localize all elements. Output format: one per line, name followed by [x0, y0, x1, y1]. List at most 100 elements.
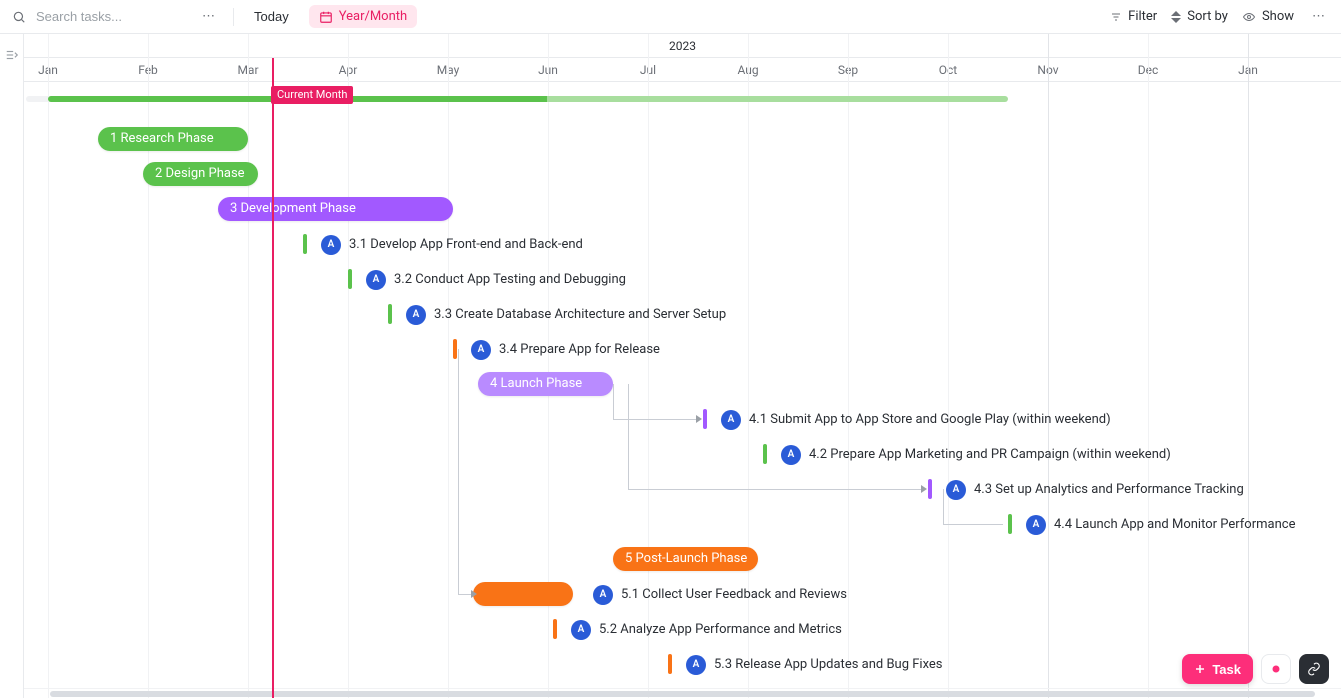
task-label-text: 3.4 Prepare App for Release: [499, 342, 660, 357]
view-mode-chip[interactable]: Year/Month: [309, 5, 418, 28]
task-label[interactable]: A5.2 Analyze App Performance and Metrics: [571, 612, 842, 647]
task-label[interactable]: A 4.3 Set up Analytics and Performance Tr…: [946, 472, 1244, 507]
today-button[interactable]: Today: [248, 5, 295, 28]
task-label-text: 4.1 Submit App to App Store and Google P…: [749, 412, 1111, 427]
avatar[interactable]: A: [321, 235, 341, 255]
show-button[interactable]: Show: [1242, 9, 1294, 24]
timeline-canvas[interactable]: Current Month 1 Research Phase 2 Design Ph…: [24, 82, 1341, 698]
connector-line: [628, 384, 629, 489]
calendar-icon: [319, 10, 333, 24]
task-label-text: 4.3 Set up Analytics and Performance Tra…: [974, 482, 1244, 497]
link-button[interactable]: [1299, 654, 1329, 684]
task-label-text: 3.1 Develop App Front-end and Back-end: [349, 237, 583, 252]
current-month-line: [272, 58, 274, 698]
avatar[interactable]: A: [406, 305, 426, 325]
months-row: JanFebMarAprMayJunJulAugSepOctNovDecJan: [24, 58, 1341, 82]
task-label-text: 3.2 Conduct App Testing and Debugging: [394, 272, 626, 287]
record-button[interactable]: [1261, 654, 1291, 684]
task-tick[interactable]: [703, 409, 707, 429]
task-row: 5 Post-Launch Phase: [24, 542, 1341, 577]
topbar: ⋯ Today Year/Month Filter Sort by Show ⋯: [0, 0, 1341, 34]
avatar[interactable]: A: [946, 480, 966, 500]
avatar[interactable]: A: [721, 410, 741, 430]
avatar[interactable]: A: [571, 620, 591, 640]
show-label: Show: [1262, 9, 1294, 24]
task-row: A4.2 Prepare App Marketing and PR Campai…: [24, 437, 1341, 472]
task-tick[interactable]: [453, 339, 457, 359]
task-row: A 5.1 Collect User Feedback and Reviews: [24, 577, 1341, 612]
search-input[interactable]: [34, 8, 184, 25]
task-label[interactable]: A 4.4 Launch App and Monitor Performance: [1026, 507, 1295, 542]
task-label[interactable]: A3.3 Create Database Architecture and Se…: [406, 297, 726, 332]
connector-line: [458, 349, 459, 594]
month-label: Jan: [24, 58, 98, 81]
task-label[interactable]: A4.2 Prepare App Marketing and PR Campai…: [781, 437, 1171, 472]
task-row: A 3.4 Prepare App for Release: [24, 332, 1341, 367]
new-task-button[interactable]: Task: [1182, 654, 1253, 684]
task-tick[interactable]: [388, 304, 392, 324]
current-month-flag: Current Month: [271, 86, 353, 104]
search-more-icon[interactable]: ⋯: [198, 7, 219, 26]
avatar[interactable]: A: [781, 445, 801, 465]
avatar[interactable]: A: [366, 270, 386, 290]
avatar[interactable]: A: [686, 655, 706, 675]
year-label: 2023: [24, 34, 1341, 57]
task-tick[interactable]: [553, 619, 557, 639]
task-pill[interactable]: 2 Design Phase: [143, 162, 258, 186]
left-rail: [0, 34, 24, 698]
task-label[interactable]: A 4.1 Submit App to App Store and Google …: [721, 402, 1111, 437]
task-row: 3 Development Phase: [24, 192, 1341, 227]
search[interactable]: [12, 8, 184, 25]
task-label-text: 5.3 Release App Updates and Bug Fixes: [714, 657, 943, 672]
connector-line: [943, 489, 944, 524]
task-label-text: 5.1 Collect User Feedback and Reviews: [621, 587, 847, 602]
task-row: A 3.1 Develop App Front-end and Back-end: [24, 227, 1341, 262]
task-pill[interactable]: 4 Launch Phase: [478, 372, 613, 396]
horizontal-scrollbar[interactable]: [24, 688, 1341, 698]
avatar[interactable]: A: [1026, 515, 1046, 535]
task-tick[interactable]: [303, 234, 307, 254]
avatar[interactable]: A: [593, 585, 613, 605]
sort-icon: [1171, 11, 1181, 23]
connector-line: [943, 524, 1003, 525]
task-label[interactable]: A 3.2 Conduct App Testing and Debugging: [366, 262, 626, 297]
task-row: 1 Research Phase: [24, 122, 1341, 157]
divider: [233, 8, 234, 26]
view-mode-label: Year/Month: [339, 9, 408, 24]
task-row: A 3.2 Conduct App Testing and Debugging: [24, 262, 1341, 297]
task-label-text: 4.4 Launch App and Monitor Performance: [1054, 517, 1295, 532]
sort-label: Sort by: [1187, 9, 1228, 24]
task-tick[interactable]: [668, 654, 672, 674]
topbar-more-icon[interactable]: ⋯: [1308, 7, 1329, 26]
connector-arrow-icon: [696, 415, 702, 423]
task-label[interactable]: A 5.1 Collect User Feedback and Reviews: [593, 577, 847, 612]
filter-icon: [1110, 11, 1122, 23]
task-tick[interactable]: [763, 444, 767, 464]
sort-button[interactable]: Sort by: [1171, 9, 1228, 24]
task-row: A 4.4 Launch App and Monitor Performance: [24, 507, 1341, 542]
connector-arrow-icon: [471, 590, 477, 598]
task-row: 4 Launch Phase: [24, 367, 1341, 402]
search-icon: [12, 10, 26, 24]
filter-label: Filter: [1128, 9, 1157, 24]
task-pill[interactable]: 1 Research Phase: [98, 127, 248, 151]
task-pill[interactable]: 3 Development Phase: [218, 197, 453, 221]
scrollbar-thumb[interactable]: [50, 691, 1314, 697]
task-row: A 5.3 Release App Updates and Bug Fixes: [24, 647, 1341, 682]
task-label[interactable]: A 3.4 Prepare App for Release: [471, 332, 660, 367]
avatar[interactable]: A: [471, 340, 491, 360]
task-pill[interactable]: 5 Post-Launch Phase: [613, 547, 758, 571]
task-tick[interactable]: [1008, 514, 1012, 534]
task-label[interactable]: A 5.3 Release App Updates and Bug Fixes: [686, 647, 943, 682]
task-row: 2 Design Phase: [24, 157, 1341, 192]
filter-button[interactable]: Filter: [1110, 9, 1157, 24]
connector-arrow-icon: [921, 485, 927, 493]
task-tick[interactable]: [348, 269, 352, 289]
new-task-label: Task: [1212, 662, 1241, 677]
task-tick[interactable]: [928, 479, 932, 499]
task-row: A3.3 Create Database Architecture and Se…: [24, 297, 1341, 332]
expand-sidebar-icon[interactable]: [4, 48, 20, 66]
floating-actions: Task: [1182, 654, 1329, 684]
task-label[interactable]: A 3.1 Develop App Front-end and Back-end: [321, 227, 583, 262]
connector-line: [613, 419, 698, 420]
